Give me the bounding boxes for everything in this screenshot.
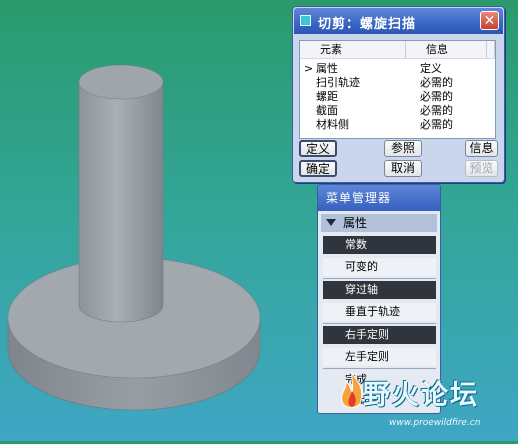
menu-section-header[interactable]: 属性 xyxy=(321,214,437,232)
row-info: 定义 xyxy=(420,62,442,75)
row-element: 截面 xyxy=(316,104,338,117)
triangle-down-icon xyxy=(326,219,336,226)
current-item-marker: > xyxy=(304,62,314,75)
define-button[interactable]: 定义 xyxy=(299,140,337,157)
preview-button: 预览 xyxy=(465,160,498,177)
menu-item-right-handed[interactable]: 右手定则 xyxy=(323,326,436,344)
dialog-title-bar[interactable]: 切剪：螺旋扫描 ✕ xyxy=(294,8,503,34)
dialog-title: 切剪：螺旋扫描 xyxy=(318,17,417,32)
ok-button[interactable]: 确定 xyxy=(299,160,337,177)
row-element: 属性 xyxy=(316,62,338,75)
menu-item-left-handed[interactable]: 左手定则 xyxy=(323,348,436,366)
helical-sweep-dialog: 切剪：螺旋扫描 ✕ 元素 信息 > 属性 定义 扫引轨迹 必需的 螺距 必需的 … xyxy=(292,6,505,183)
menu-section-label: 属性 xyxy=(343,216,368,230)
info-button[interactable]: 信息 xyxy=(465,140,498,157)
watermark-url: www.proewildfire.cn xyxy=(389,418,481,428)
shaft-side xyxy=(78,81,164,323)
menu-item-through-axis[interactable]: 穿过轴 xyxy=(323,281,436,299)
references-button[interactable]: 参照 xyxy=(384,140,422,157)
element-list[interactable]: 元素 信息 > 属性 定义 扫引轨迹 必需的 螺距 必需的 截面 必需的 材料侧… xyxy=(299,40,496,139)
menu-item-variable[interactable]: 可变的 xyxy=(323,258,436,276)
site-watermark: 野火论坛 www.proewildfire.cn xyxy=(337,371,513,441)
list-item[interactable]: > 属性 定义 xyxy=(300,62,495,76)
dialog-app-icon xyxy=(300,15,311,26)
column-header-filler xyxy=(487,41,495,59)
row-element: 螺距 xyxy=(316,90,338,103)
row-element: 材料侧 xyxy=(316,118,349,131)
shaft-top xyxy=(78,64,164,100)
menu-item-normal-to-trajectory[interactable]: 垂直于轨迹 xyxy=(323,303,436,321)
watermark-text: 野火论坛 xyxy=(363,380,479,411)
list-item[interactable]: 螺距 必需的 xyxy=(300,90,495,104)
menu-item-constant[interactable]: 常数 xyxy=(323,236,436,254)
menu-divider xyxy=(323,323,436,324)
menu-divider xyxy=(323,368,436,369)
list-item[interactable]: 材料侧 必需的 xyxy=(300,118,495,132)
column-header-element[interactable]: 元素 xyxy=(300,41,406,59)
menu-divider xyxy=(323,278,436,279)
list-item[interactable]: 截面 必需的 xyxy=(300,104,495,118)
row-element: 扫引轨迹 xyxy=(316,76,360,89)
row-info: 必需的 xyxy=(420,104,453,117)
close-icon[interactable]: ✕ xyxy=(480,11,499,30)
column-header-info[interactable]: 信息 xyxy=(406,41,487,59)
row-info: 必需的 xyxy=(420,118,453,131)
cancel-button[interactable]: 取消 xyxy=(384,160,422,177)
list-item[interactable]: 扫引轨迹 必需的 xyxy=(300,76,495,90)
row-info: 必需的 xyxy=(420,90,453,103)
row-info: 必需的 xyxy=(420,76,453,89)
menu-manager-title[interactable]: 菜单管理器 xyxy=(318,185,440,211)
